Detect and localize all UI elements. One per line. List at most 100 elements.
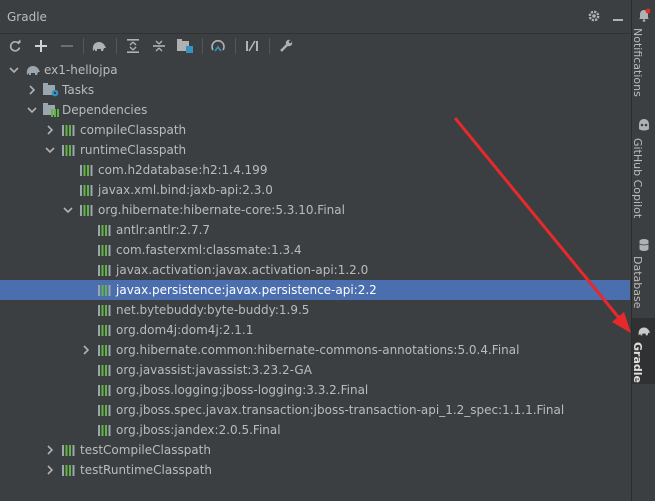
gradle-project-icon [25,63,41,77]
tree-node-label: ex1-hellojpa [44,63,118,77]
library-icon [97,283,113,297]
library-icon [97,423,113,437]
chevron-down-icon[interactable] [44,144,56,156]
right-tool-window-bar: Notifications GitHub Copilot Database Gr… [631,0,655,501]
tree-node-label: runtimeClasspath [80,143,187,157]
tab-database-label: Database [631,256,644,309]
tree-node-dependency[interactable]: org.dom4j:dom4j:2.1.1 [0,320,630,340]
gear-icon[interactable] [586,8,602,24]
tree-node-label: com.h2database:h2:1.4.199 [98,163,268,177]
tree-node-label: javax.persistence:javax.persistence-api:… [116,283,377,297]
tree-node-dependencies[interactable]: Dependencies [0,100,630,120]
database-icon [639,239,649,251]
tab-github-copilot-label: GitHub Copilot [631,138,644,219]
chevron-right-icon[interactable] [44,124,56,136]
tree-node-label: org.hibernate.common:hibernate-commons-a… [116,343,520,357]
tree-node-label: net.bytebuddy:byte-buddy:1.9.5 [116,303,310,317]
library-icon [79,203,95,217]
tasks-folder-icon [43,83,59,97]
chevron-right-icon[interactable] [44,464,56,476]
tree-node-dependency[interactable]: com.h2database:h2:1.4.199 [0,160,630,180]
dependencies-icon[interactable] [176,37,194,55]
tree-node-label: org.jboss.spec.javax.transaction:jboss-t… [116,403,565,417]
remove-icon[interactable] [58,37,76,55]
dependencies-folder-icon [43,103,59,117]
tree-node-label: javax.xml.bind:jaxb-api:2.3.0 [98,183,273,197]
tool-window-title: Gradle [7,10,47,24]
tree-node-test-runtime-classpath[interactable]: testRuntimeClasspath [0,460,630,480]
gradle-elephant-icon [638,327,651,336]
tree-node-label: antlr:antlr:2.7.7 [116,223,211,237]
tool-window-header: Gradle [0,4,630,30]
tree-node-label: org.jboss:jandex:2.0.5.Final [116,423,281,437]
chevron-right-icon[interactable] [44,444,56,456]
tree-node-dependency-selected[interactable]: javax.persistence:javax.persistence-api:… [0,280,630,300]
library-icon [79,163,95,177]
tree-node-dependency[interactable]: javax.xml.bind:jaxb-api:2.3.0 [0,180,630,200]
tree-node-label: Dependencies [62,103,148,117]
tree-node-dependency[interactable]: org.hibernate:hibernate-core:5.3.10.Fina… [0,200,630,220]
chevron-right-icon[interactable] [80,344,92,356]
tree-node-compile-classpath[interactable]: compileClasspath [0,120,630,140]
tree-node-dependency[interactable]: org.jboss:jandex:2.0.5.Final [0,420,630,440]
tree-node-label: org.javassist:javassist:3.23.2-GA [116,363,312,377]
tree-node-label: org.dom4j:dom4j:2.1.1 [116,323,254,337]
tree-node-project[interactable]: ex1-hellojpa [0,60,630,80]
settings-wrench-icon[interactable] [277,37,295,55]
library-icon [97,383,113,397]
tree-node-label: org.jboss.logging:jboss-logging:3.3.2.Fi… [116,383,369,397]
collapse-all-icon[interactable] [150,37,168,55]
library-icon [79,183,95,197]
minimize-icon[interactable] [610,8,626,24]
tree-node-dependency[interactable]: javax.activation:javax.activation-api:1.… [0,260,630,280]
tree-node-label: compileClasspath [80,123,187,137]
library-icon [61,463,77,477]
tree-node-dependency[interactable]: antlr:antlr:2.7.7 [0,220,630,240]
tree-node-dependency[interactable]: org.javassist:javassist:3.23.2-GA [0,360,630,380]
add-icon[interactable] [32,37,50,55]
bell-icon [639,8,651,22]
tab-notifications[interactable]: Notifications [631,6,655,104]
toggle-skip-tests-icon[interactable] [243,37,261,55]
tree-node-dependency[interactable]: org.jboss.spec.javax.transaction:jboss-t… [0,400,630,420]
tree-node-label: Tasks [62,83,95,97]
tree-node-dependency[interactable]: net.bytebuddy:byte-buddy:1.9.5 [0,300,630,320]
chevron-down-icon[interactable] [26,104,38,116]
copilot-icon [639,119,649,131]
gradle-toolbar [0,33,630,57]
library-icon [97,323,113,337]
library-icon [97,363,113,377]
tab-gradle[interactable]: Gradle [631,318,655,384]
tree-node-label: testCompileClasspath [80,443,211,457]
library-icon [61,443,77,457]
gradle-project-tree: ex1-hellojpa Tasks Dependencies compileClas… [0,60,630,501]
offline-mode-icon[interactable] [209,37,227,55]
tab-gradle-label: Gradle [631,342,644,383]
library-icon [97,303,113,317]
tab-notifications-label: Notifications [631,28,644,97]
tree-node-dependency[interactable]: org.hibernate.common:hibernate-commons-a… [0,340,630,360]
gradle-tool-window: Gradle ex1-hellojpa Tasks Dependencies c… [0,0,630,501]
elephant-icon[interactable] [90,37,108,55]
chevron-down-icon[interactable] [62,204,74,216]
tree-node-tasks[interactable]: Tasks [0,80,630,100]
chevron-down-icon[interactable] [8,64,20,76]
tree-node-label: org.hibernate:hibernate-core:5.3.10.Fina… [98,203,345,217]
tree-node-runtime-classpath[interactable]: runtimeClasspath [0,140,630,160]
library-icon [97,223,113,237]
tree-node-label: javax.activation:javax.activation-api:1.… [116,263,369,277]
tree-node-dependency[interactable]: com.fasterxml:classmate:1.3.4 [0,240,630,260]
expand-all-icon[interactable] [124,37,142,55]
library-icon [97,403,113,417]
refresh-icon[interactable] [6,37,24,55]
library-icon [61,143,77,157]
tree-node-label: testRuntimeClasspath [80,463,213,477]
library-icon [97,243,113,257]
tab-database[interactable]: Database [631,234,655,310]
tree-node-label: com.fasterxml:classmate:1.3.4 [116,243,302,257]
tree-node-dependency[interactable]: org.jboss.logging:jboss-logging:3.3.2.Fi… [0,380,630,400]
tab-github-copilot[interactable]: GitHub Copilot [631,114,655,222]
tree-node-test-compile-classpath[interactable]: testCompileClasspath [0,440,630,460]
library-icon [97,343,113,357]
chevron-right-icon[interactable] [26,84,38,96]
